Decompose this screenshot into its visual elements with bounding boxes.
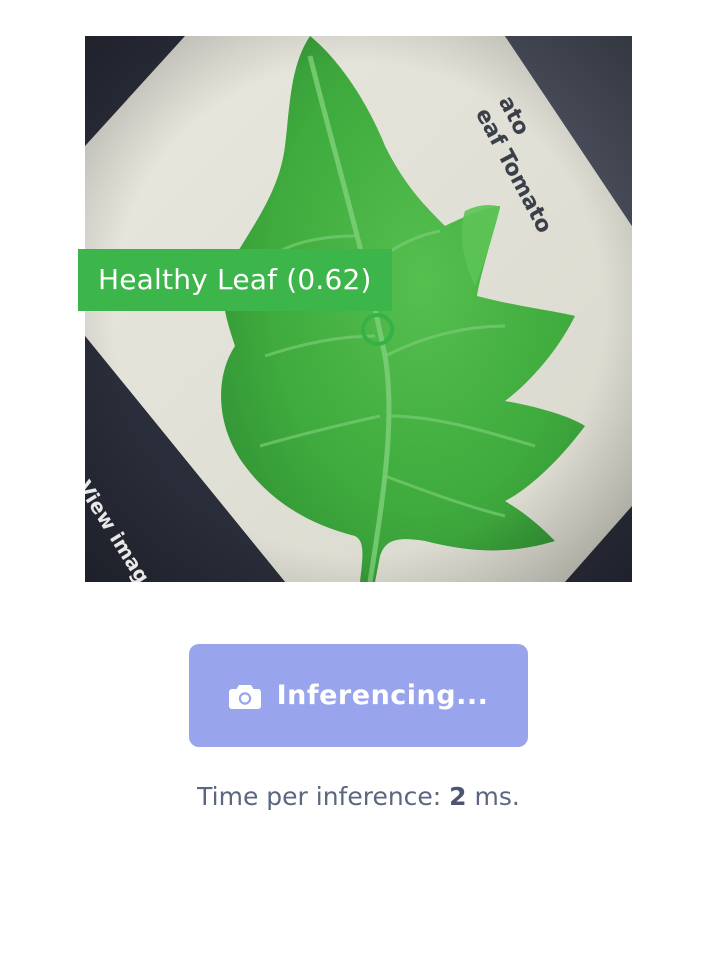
inferencing-button-label: Inferencing... — [276, 680, 489, 711]
detection-keypoint-marker — [361, 313, 394, 346]
camera-icon — [228, 684, 261, 709]
inference-time-value: 2 — [449, 782, 467, 811]
detection-label: Healthy Leaf (0.62) — [78, 249, 392, 311]
inference-time-prefix: Time per inference: — [197, 782, 450, 811]
inferencing-button[interactable]: Inferencing... — [189, 644, 528, 747]
inference-time-suffix: ms. — [466, 782, 520, 811]
inference-time-text: Time per inference: 2 ms. — [0, 782, 717, 811]
